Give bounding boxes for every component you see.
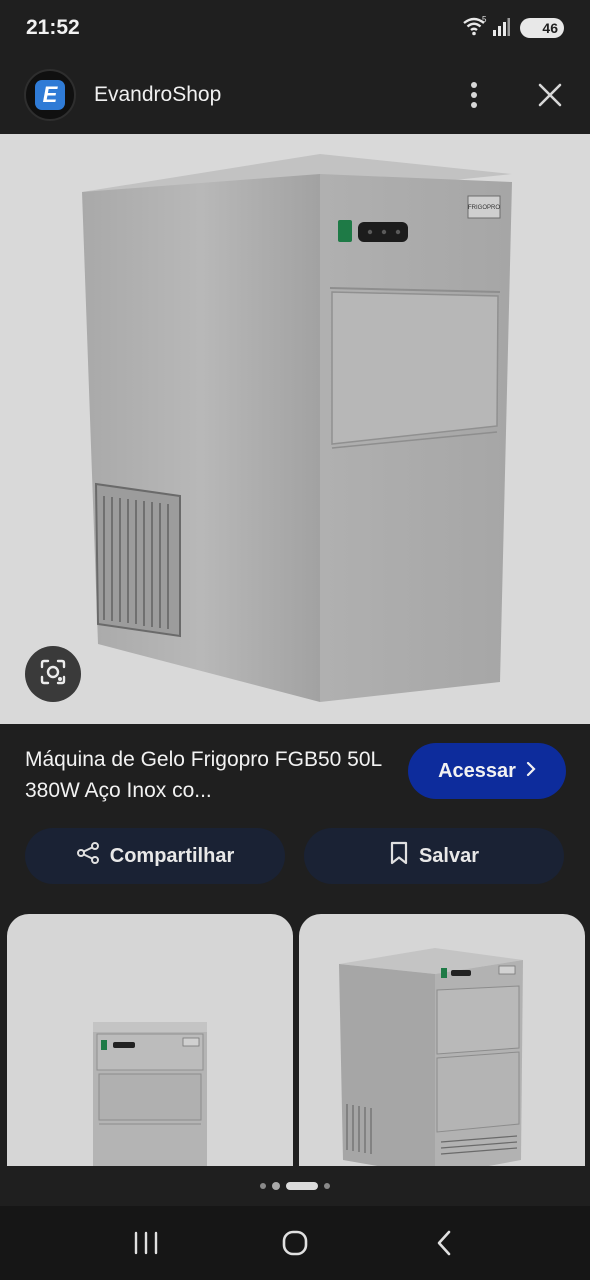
back-icon[interactable] xyxy=(414,1213,474,1273)
product-image[interactable]: FRIGOPRO xyxy=(0,134,590,724)
related-product-image xyxy=(93,1022,207,1166)
carousel-dot xyxy=(324,1183,330,1189)
share-icon xyxy=(76,841,100,871)
save-button[interactable]: Salvar xyxy=(304,828,564,884)
carousel-dot xyxy=(260,1183,266,1189)
chevron-right-icon xyxy=(526,760,536,783)
related-card[interactable] xyxy=(7,914,293,1166)
bookmark-icon xyxy=(389,841,409,871)
save-label: Salvar xyxy=(418,844,480,867)
close-icon[interactable] xyxy=(534,79,566,111)
home-icon[interactable] xyxy=(265,1213,325,1273)
carousel-dot-active xyxy=(286,1182,318,1190)
related-results xyxy=(0,914,590,1166)
lens-icon xyxy=(39,658,67,691)
battery-level: 46 xyxy=(542,20,558,36)
carousel-dot xyxy=(272,1182,280,1190)
more-vert-icon[interactable] xyxy=(458,79,490,111)
status-time: 21:52 xyxy=(26,16,80,39)
carousel-indicator xyxy=(0,1166,590,1206)
product-title[interactable]: Máquina de Gelo Frigopro FGB50 50L 380W … xyxy=(25,744,385,824)
battery-icon: 46 xyxy=(520,18,564,38)
status-bar: 21:52 5 46 xyxy=(0,0,590,56)
share-button[interactable]: Compartilhar xyxy=(25,828,285,884)
share-label: Compartilhar xyxy=(109,844,235,867)
related-card[interactable] xyxy=(299,914,585,1166)
site-name[interactable]: EvandroShop xyxy=(94,83,221,107)
logo-letter: E xyxy=(35,80,65,110)
status-indicators: 5 46 xyxy=(462,15,564,41)
related-product-image xyxy=(339,948,523,1166)
wifi-band-label: 5 xyxy=(482,16,487,24)
ice-machine-illustration: FRIGOPRO xyxy=(82,154,512,702)
signal-icon xyxy=(492,17,510,41)
wifi-icon: 5 xyxy=(462,15,488,41)
action-row: Compartilhar Salvar xyxy=(0,828,590,886)
lens-button[interactable] xyxy=(25,646,81,702)
recents-icon[interactable] xyxy=(116,1213,176,1273)
visit-label: Acessar xyxy=(438,759,516,782)
system-nav-bar xyxy=(0,1206,590,1280)
product-title-row: Máquina de Gelo Frigopro FGB50 50L 380W … xyxy=(0,724,590,824)
visit-button[interactable]: Acessar xyxy=(408,743,566,799)
app-header: E EvandroShop xyxy=(0,56,590,134)
brand-plate-text: FRIGOPRO xyxy=(468,205,500,211)
site-logo[interactable]: E xyxy=(24,69,76,121)
